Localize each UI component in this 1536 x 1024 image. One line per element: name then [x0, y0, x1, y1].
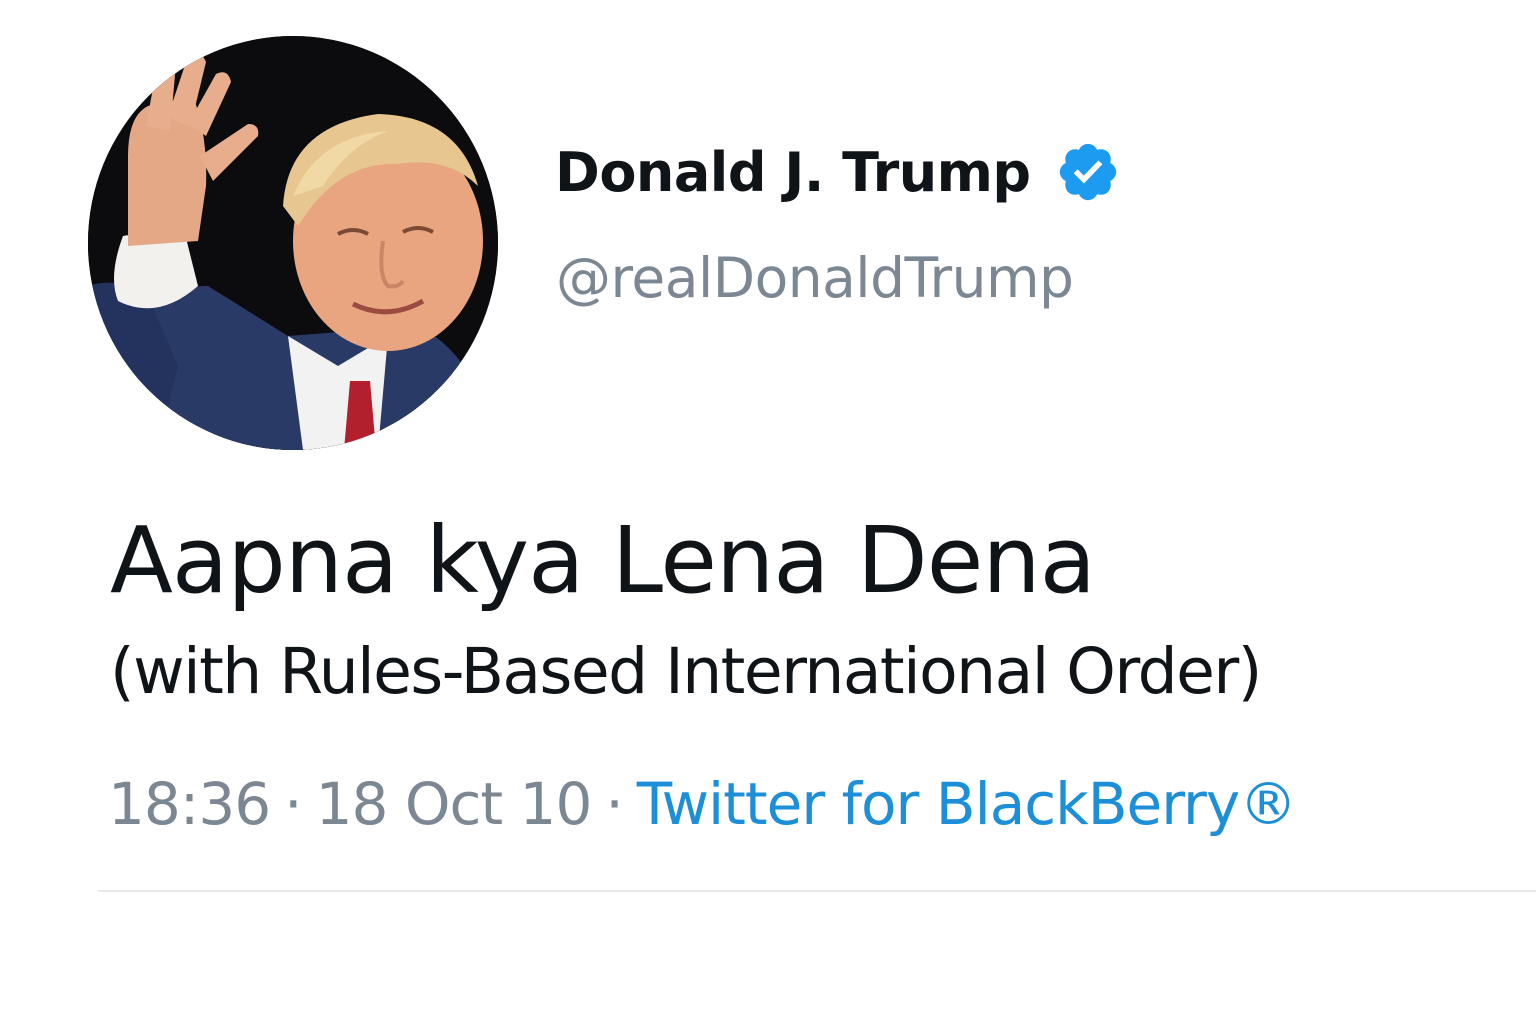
tweet-text-line-1: Aapna kya Lena Dena	[110, 507, 1096, 614]
tweet-time[interactable]: 18:36	[108, 770, 271, 838]
tweet-text-line-2: (with Rules-Based International Order)	[110, 635, 1262, 708]
divider	[98, 890, 1536, 892]
avatar[interactable]	[88, 36, 498, 450]
meta-separator-2: ·	[605, 770, 623, 838]
display-name[interactable]: Donald J. Trump	[555, 141, 1031, 204]
user-handle[interactable]: @realDonaldTrump	[556, 246, 1074, 310]
tweet-date[interactable]: 18 Oct 10	[316, 770, 593, 838]
tweet-source-link[interactable]: Twitter for BlackBerry®	[637, 770, 1297, 838]
verified-badge-icon	[1055, 139, 1121, 205]
author-row: Donald J. Trump	[555, 136, 1121, 208]
tweet-meta: 18:36 · 18 Oct 10 · Twitter for BlackBerry®	[108, 766, 1297, 842]
meta-separator-1: ·	[284, 770, 302, 838]
tweet-card: Donald J. Trump @realDonaldTrump Aapna k…	[0, 0, 1536, 1024]
tweet-text: Aapna kya Lena Dena (with Rules-Based In…	[110, 506, 1490, 712]
